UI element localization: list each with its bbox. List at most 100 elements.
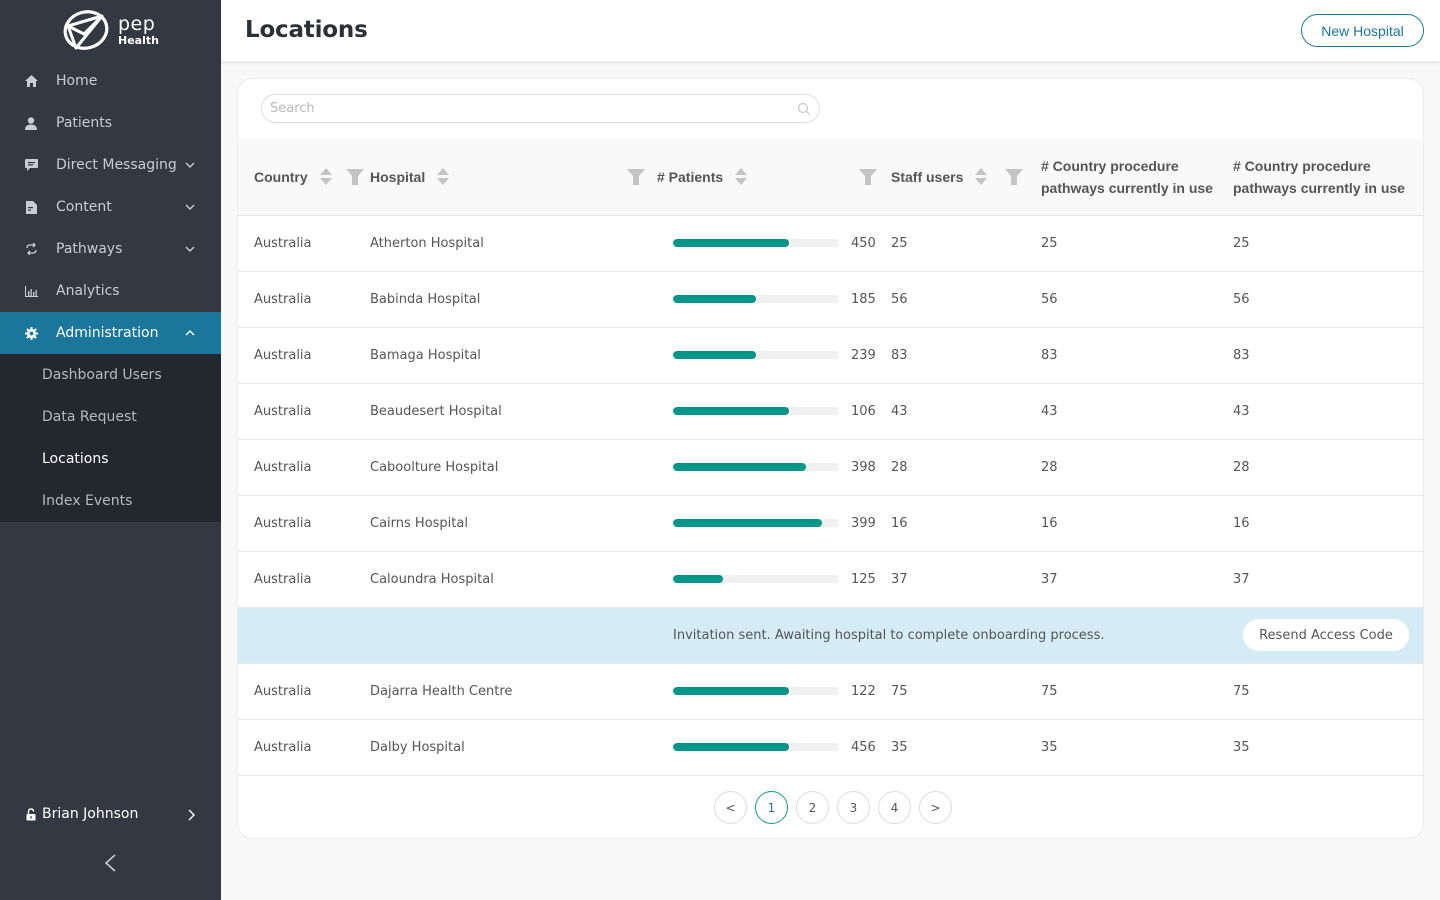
- filter-icon[interactable]: [627, 168, 645, 185]
- document-icon: [24, 200, 38, 214]
- patients-count: 456: [851, 739, 876, 755]
- sort-icon[interactable]: [975, 168, 988, 186]
- patients-count: 450: [851, 235, 876, 251]
- sub-item-data-request[interactable]: Data Request: [0, 396, 221, 438]
- filter-icon[interactable]: [345, 168, 364, 185]
- staff-users-cell: 25: [891, 235, 908, 251]
- filter-icon[interactable]: [859, 168, 877, 185]
- patients-count: 239: [851, 347, 876, 363]
- pathways-b-cell: 56: [1233, 291, 1250, 307]
- patients-count: 185: [851, 291, 876, 307]
- col-header-patients: # Patients: [657, 139, 891, 215]
- col-header-hospital: Hospital: [370, 139, 657, 215]
- table-row: Australia Dajarra Health Centre 122 75 75 75: [238, 663, 1423, 719]
- col-header-country: Country: [238, 139, 370, 215]
- staff-users-cell: 83: [891, 347, 908, 363]
- pathways-b-cell: 37: [1233, 571, 1250, 587]
- gear-icon: [24, 326, 38, 340]
- chevron-left-icon: [104, 854, 116, 872]
- patients-count: 399: [851, 515, 876, 531]
- column-title: Country: [254, 168, 308, 185]
- pagination: < 1 2 3 4 >: [714, 791, 952, 824]
- patients-progress-fill: [673, 575, 723, 583]
- user-menu[interactable]: Brian Johnson: [26, 806, 196, 822]
- sub-item-dashboard-users[interactable]: Dashboard Users: [0, 354, 221, 396]
- sub-item-locations[interactable]: Locations: [0, 438, 221, 480]
- pathways-a-cell: 83: [1041, 347, 1058, 363]
- sub-item-index-events[interactable]: Index Events: [0, 480, 221, 522]
- col-header-staff-users: Staff users: [891, 139, 1041, 215]
- page-button-2[interactable]: 2: [796, 791, 829, 824]
- patients-progress-bar: [673, 687, 839, 695]
- hospital-cell: Bamaga Hospital: [370, 347, 481, 363]
- collapse-sidebar-button[interactable]: [103, 853, 117, 877]
- patients-progress-fill: [673, 239, 790, 247]
- patients-count: 106: [851, 403, 876, 419]
- pathways-a-cell: 28: [1041, 459, 1058, 475]
- col-header-pathways-b: # Country procedure pathways currently i…: [1233, 157, 1405, 196]
- nav-item-analytics[interactable]: Analytics: [0, 270, 221, 312]
- nav-item-direct-messaging[interactable]: Direct Messaging: [0, 144, 221, 186]
- nav-item-content[interactable]: Content: [0, 186, 221, 228]
- hospital-cell: Caloundra Hospital: [370, 571, 494, 587]
- country-cell: Australia: [254, 403, 312, 419]
- locations-table: Country Hospital # Patients Staff users …: [238, 139, 1423, 776]
- nav-item-pathways[interactable]: Pathways: [0, 228, 221, 270]
- hospital-cell: Beaudesert Hospital: [370, 403, 502, 419]
- main-nav: Home Patients Direct Messaging Content P…: [0, 60, 221, 522]
- country-cell: Australia: [254, 515, 312, 531]
- hospital-cell: Caboolture Hospital: [370, 459, 499, 475]
- patients-progress-fill: [673, 743, 790, 751]
- sort-icon[interactable]: [735, 168, 748, 186]
- sort-icon[interactable]: [319, 168, 332, 186]
- patients-progress-bar: [673, 295, 839, 303]
- staff-users-cell: 35: [891, 739, 908, 755]
- pathways-a-cell: 16: [1041, 515, 1058, 531]
- chevron-down-icon: [185, 246, 195, 252]
- user-icon: [24, 116, 38, 130]
- pathways-b-cell: 35: [1233, 739, 1250, 755]
- pathways-b-cell: 16: [1233, 515, 1250, 531]
- country-cell: Australia: [254, 291, 312, 307]
- nav-item-administration[interactable]: Administration: [0, 312, 221, 354]
- sort-icon[interactable]: [437, 168, 450, 186]
- country-cell: Australia: [254, 571, 312, 587]
- page-button-4[interactable]: 4: [878, 791, 911, 824]
- bar-chart-icon: [24, 284, 38, 298]
- table-row: Australia Caboolture Hospital 398 28 28 28: [238, 439, 1423, 495]
- pathways-b-cell: 25: [1233, 235, 1250, 251]
- patients-progress-bar: [673, 519, 839, 527]
- search-field[interactable]: [261, 94, 820, 123]
- chevron-right-icon: [188, 809, 195, 821]
- patients-progress-fill: [673, 463, 806, 471]
- next-page-button[interactable]: >: [919, 791, 952, 824]
- nav-item-home[interactable]: Home: [0, 60, 221, 102]
- new-hospital-button[interactable]: New Hospital: [1301, 14, 1424, 47]
- empty-cell: [238, 607, 370, 663]
- patients-progress-fill: [673, 519, 823, 527]
- pathways-b-cell: 43: [1233, 403, 1250, 419]
- patients-count: 398: [851, 459, 876, 475]
- page-button-1[interactable]: 1: [755, 791, 788, 824]
- hospital-cell: Babinda Hospital: [370, 291, 481, 307]
- table-row: Australia Bamaga Hospital 239 83 83 83: [238, 327, 1423, 383]
- nav-item-patients[interactable]: Patients: [0, 102, 221, 144]
- resend-access-code-button[interactable]: Resend Access Code: [1243, 619, 1409, 651]
- page-button-3[interactable]: 3: [837, 791, 870, 824]
- patients-progress-fill: [673, 351, 756, 359]
- staff-users-cell: 37: [891, 571, 908, 587]
- administration-submenu: Dashboard Users Data Request Locations I…: [0, 354, 221, 522]
- prev-page-button[interactable]: <: [714, 791, 747, 824]
- patients-cell: 185: [657, 271, 891, 327]
- pep-health-logo[interactable]: pep Health: [62, 8, 159, 52]
- search-input[interactable]: [270, 101, 797, 116]
- pathways-b-cell: 75: [1233, 683, 1250, 699]
- col-header-pathways-a: # Country procedure pathways currently i…: [1041, 157, 1213, 196]
- filter-icon[interactable]: [1005, 168, 1024, 185]
- country-cell: Australia: [254, 683, 312, 699]
- patients-progress-fill: [673, 407, 790, 415]
- table-row: Australia Beaudesert Hospital 106 43 43 43: [238, 383, 1423, 439]
- nav-label: Administration: [56, 325, 159, 341]
- staff-users-cell: 28: [891, 459, 908, 475]
- nav-label: Content: [56, 199, 112, 215]
